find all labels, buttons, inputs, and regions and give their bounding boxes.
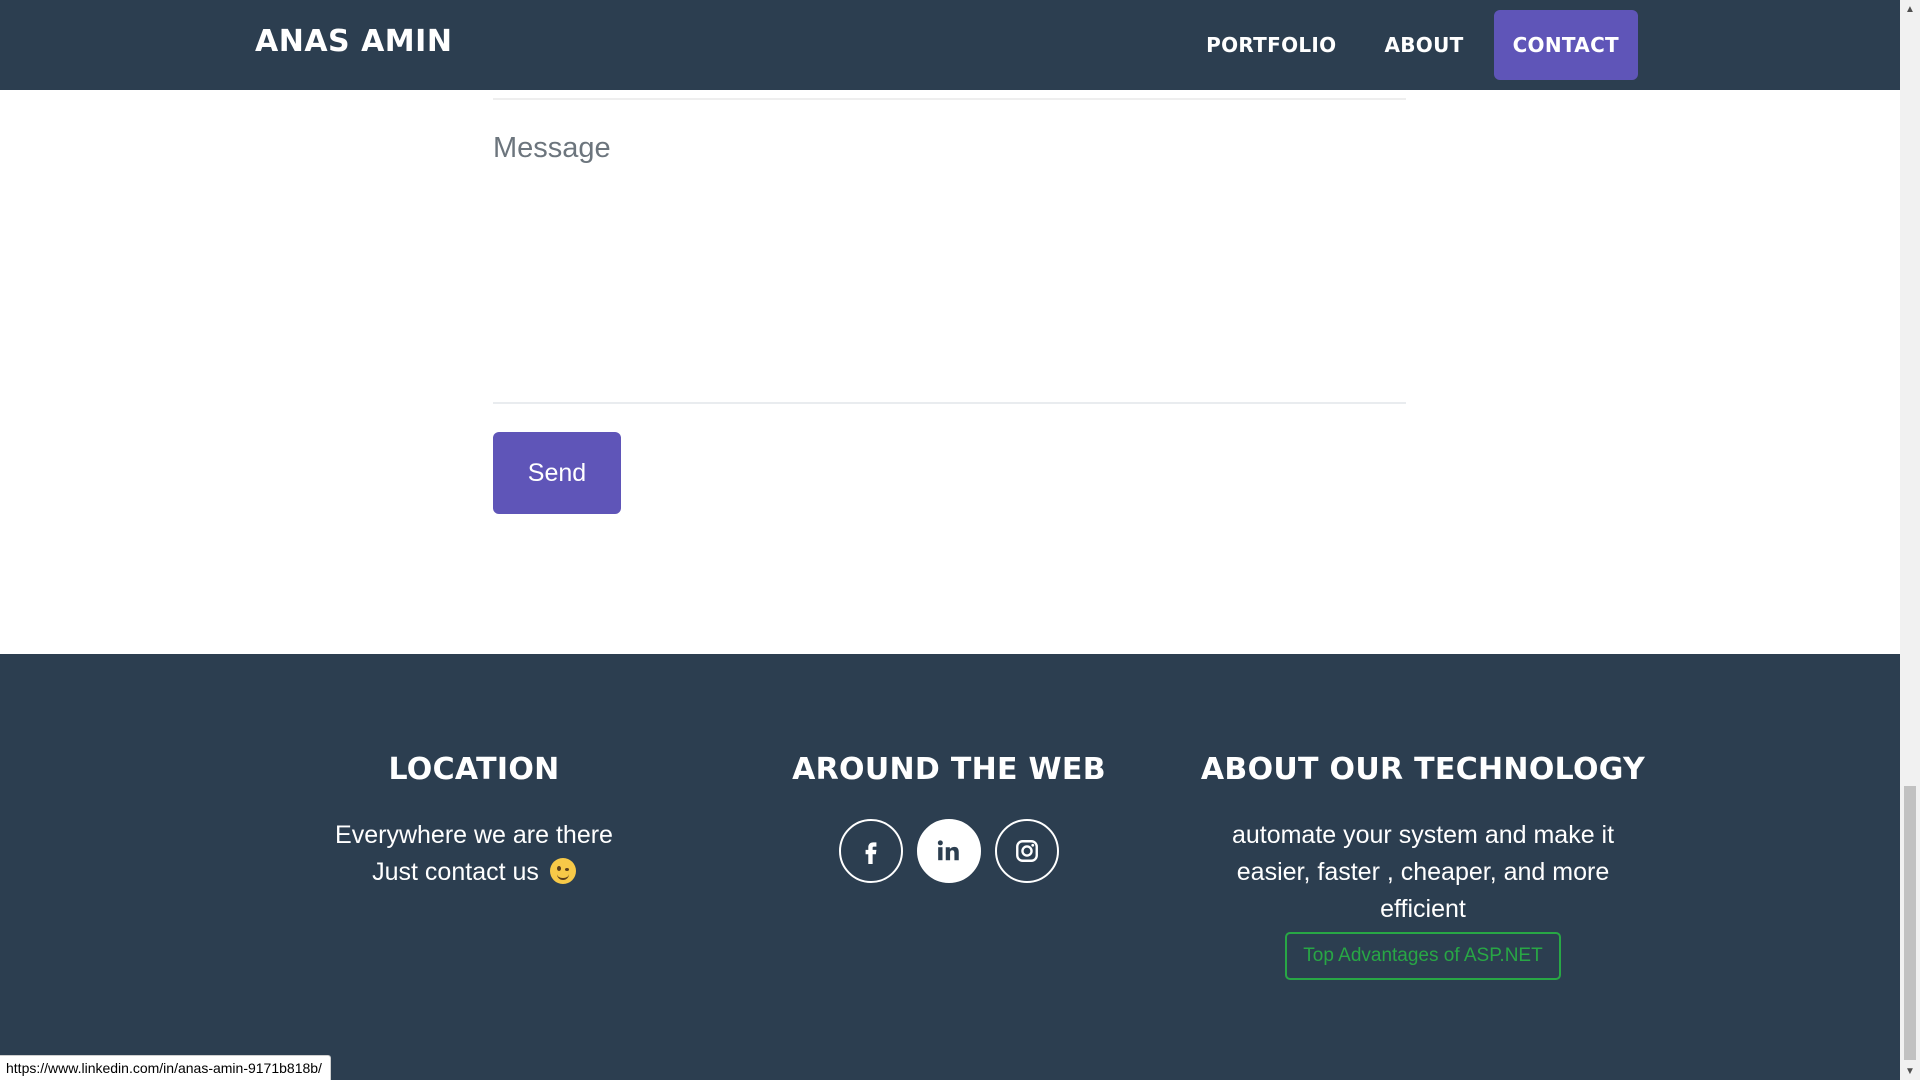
social-links: [749, 819, 1149, 883]
footer: LOCATION Everywhere we are there Just co…: [0, 654, 1900, 1080]
location-line-2-text: Just contact us: [372, 858, 539, 886]
around-the-web-heading: AROUND THE WEB: [792, 752, 1106, 787]
instagram-icon: [1016, 840, 1038, 862]
technology-text: automate your system and make it easier,…: [1231, 821, 1615, 923]
linkedin-link[interactable]: [917, 819, 981, 883]
nav-link-about[interactable]: ABOUT: [1360, 10, 1487, 80]
winking-face-icon: [549, 858, 576, 884]
asp-net-advantages-button[interactable]: Top Advantages of ASP.NET: [1285, 932, 1561, 980]
page-content: ANAS AMIN PORTFOLIO ABOUT CONTACT Send L…: [0, 0, 1900, 1080]
navbar: ANAS AMIN PORTFOLIO ABOUT CONTACT: [0, 0, 1900, 90]
status-bar-url: https://www.linkedin.com/in/anas-amin-91…: [0, 1055, 331, 1080]
location-line-1: Everywhere we are there: [335, 821, 613, 849]
scroll-up-arrow-icon[interactable]: ▲: [1900, 0, 1920, 18]
scrollbar-thumb[interactable]: [1904, 786, 1916, 1060]
location-heading: LOCATION: [388, 752, 560, 787]
footer-about-technology: ABOUT OUR TECHNOLOGY automate your syste…: [1173, 752, 1673, 980]
field-divider: [493, 98, 1406, 100]
message-field[interactable]: [493, 132, 1406, 404]
facebook-link[interactable]: [839, 819, 903, 883]
footer-around-the-web: AROUND THE WEB: [749, 752, 1149, 883]
send-button[interactable]: Send: [493, 432, 621, 514]
scroll-down-arrow-icon[interactable]: ▼: [1900, 1062, 1920, 1080]
instagram-link[interactable]: [995, 819, 1059, 883]
page: ANAS AMIN PORTFOLIO ABOUT CONTACT Send L…: [0, 0, 1920, 1080]
location-line-2: Just contact us: [274, 854, 674, 891]
linkedin-icon: [937, 840, 959, 861]
facebook-icon: [865, 842, 877, 864]
location-text: Everywhere we are there Just contact us: [274, 817, 674, 891]
nav-link-portfolio[interactable]: PORTFOLIO: [1182, 10, 1360, 80]
vertical-scrollbar[interactable]: ▲ ▼: [1900, 0, 1920, 1080]
nav-link-contact[interactable]: CONTACT: [1493, 10, 1638, 80]
brand-logo[interactable]: ANAS AMIN: [255, 24, 452, 59]
about-technology-heading: ABOUT OUR TECHNOLOGY: [1200, 752, 1646, 787]
footer-location: LOCATION Everywhere we are there Just co…: [274, 752, 674, 891]
nav-links: PORTFOLIO ABOUT CONTACT: [1182, 10, 1638, 80]
